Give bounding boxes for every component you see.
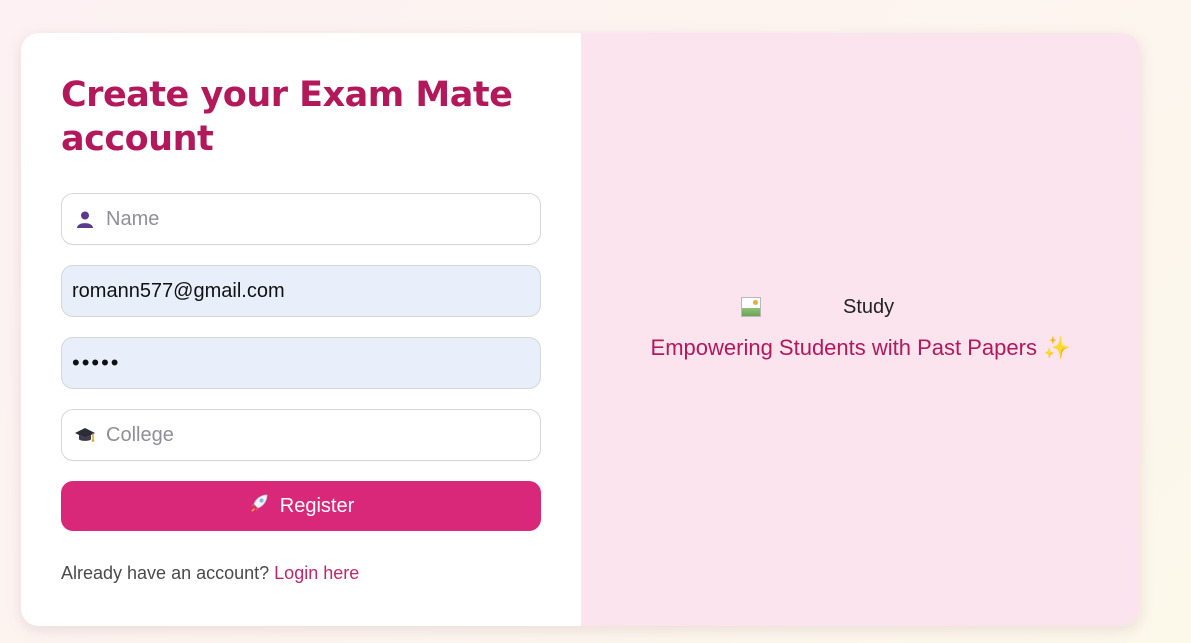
register-label: Register <box>279 494 355 517</box>
password-field[interactable] <box>61 337 541 389</box>
register-card: Create your Exam Mate account Name roman… <box>21 33 1140 626</box>
name-input[interactable] <box>106 207 526 231</box>
user-icon <box>74 210 96 228</box>
login-link[interactable]: Login here <box>274 563 359 583</box>
email-input[interactable] <box>72 279 492 303</box>
register-button[interactable]: Register <box>61 481 541 531</box>
broken-image-icon <box>741 297 761 317</box>
graduation-cap-icon <box>74 426 96 444</box>
college-input[interactable] <box>106 423 526 447</box>
login-prompt: Already have an account? Login here <box>61 563 359 584</box>
password-input[interactable] <box>72 350 492 376</box>
hero-panel: Study Empowering Students with Past Pape… <box>581 33 1140 626</box>
form-panel: Create your Exam Mate account Name roman… <box>21 33 581 626</box>
name-field[interactable] <box>61 193 541 245</box>
hero-tagline: Empowering Students with Past Papers ✨ <box>650 335 1071 360</box>
college-field[interactable] <box>61 409 541 461</box>
study-image-alt: Study <box>843 295 895 318</box>
login-prompt-text: Already have an account? <box>61 563 270 583</box>
rocket-icon <box>248 492 270 520</box>
page-title: Create your Exam Mate account <box>61 75 513 159</box>
email-field[interactable] <box>61 265 541 317</box>
study-image: Study <box>741 293 981 321</box>
